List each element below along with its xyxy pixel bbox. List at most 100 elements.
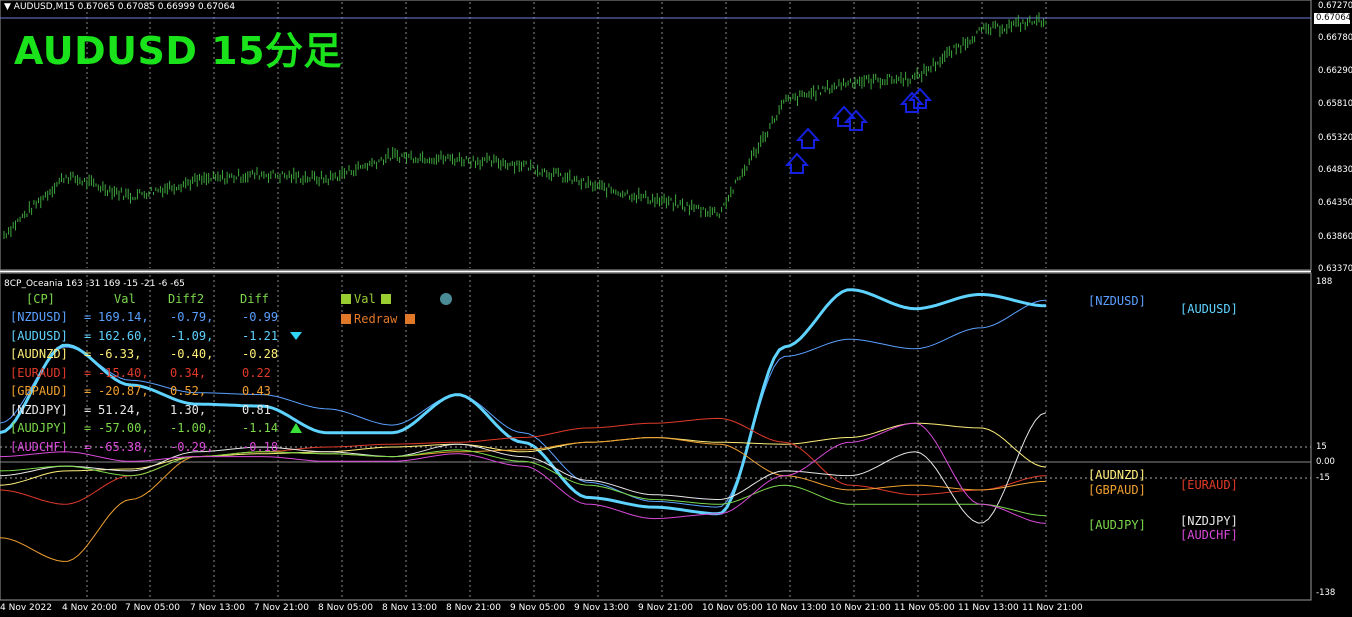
cell-diff2: 1.30, (170, 402, 207, 417)
redraw-swatch-left (341, 314, 351, 324)
price-tick-label: 0.65320 (1318, 133, 1352, 143)
cell-val: -20.87, (98, 384, 149, 398)
price-tick-label: 0.66780 (1318, 33, 1352, 43)
cell-diff2: 0.34, (170, 365, 207, 380)
series-label: [EURAUD] (1180, 478, 1238, 492)
cell-pair: [AUDCHF] (10, 439, 68, 454)
cell-pair: [GBPAUD] (10, 384, 68, 398)
cell-diff2: -1.09, (170, 328, 214, 343)
cell-val: 169.14, (98, 310, 149, 324)
cell-diff2: 0.52, (170, 384, 207, 398)
time-tick-label: 9 Nov 13:00 (574, 603, 629, 613)
cell-eq: = (84, 421, 92, 435)
cell-eq: = (84, 365, 92, 380)
series-label: [AUDUSD] (1180, 302, 1238, 316)
time-tick-label: 11 Nov 13:00 (958, 603, 1019, 613)
val-swatch-right (381, 294, 391, 304)
price-tick-label: 0.67270 (1318, 1, 1352, 11)
cell-eq: = (84, 439, 92, 454)
cell-eq: = (84, 310, 92, 324)
symbol-header: ▼ AUDUSD,M15 0.67065 0.67085 0.66999 0.6… (4, 2, 236, 12)
cell-eq: = (84, 384, 92, 398)
cell-diff: 0.81 (242, 402, 271, 417)
series-label: [AUDNZD] (1088, 468, 1146, 482)
time-tick-label: 9 Nov 05:00 (510, 603, 565, 613)
indicator-lines (0, 288, 1047, 562)
series-line-audusd (0, 288, 1047, 516)
time-tick-label: 7 Nov 05:00 (125, 603, 180, 613)
price-tick-label: 0.66290 (1318, 66, 1352, 76)
time-tick-label: 4 Nov 2022 (0, 603, 52, 613)
cell-eq: = (84, 328, 92, 343)
indicator-tick-label: -138 (1316, 588, 1336, 598)
price-tick-label: 0.64830 (1318, 165, 1352, 175)
cell-pair: [NZDUSD] (10, 310, 68, 324)
cell-eq: = (84, 347, 92, 361)
time-tick-label: 4 Nov 20:00 (62, 603, 117, 613)
val-button[interactable]: Val (354, 290, 376, 309)
series-line-nzdjpy (0, 412, 1047, 524)
buy-arrow-icon (795, 127, 821, 149)
col-cp: [CP] (26, 292, 55, 306)
series-line-gbpaud (0, 436, 1047, 562)
chart-title: AUDUSD 15分足 (14, 29, 343, 73)
price-tick-label: 0.64350 (1318, 198, 1352, 208)
cell-pair: [NZDJPY] (10, 402, 68, 417)
price-tick-label: 0.63370 (1318, 264, 1352, 274)
cell-val: -6.33, (98, 347, 142, 361)
indicator-tick-label: 188 (1316, 277, 1333, 287)
indicator-tick-label: -15 (1316, 473, 1330, 483)
indicator-header: 8CP_Oceania 163 -31 169 -15 -21 -6 -65 (4, 279, 185, 289)
cell-diff: -0.28 (242, 347, 279, 361)
series-label: [AUDCHF] (1180, 528, 1238, 542)
time-tick-label: 7 Nov 21:00 (254, 603, 309, 613)
time-tick-label: 8 Nov 05:00 (318, 603, 373, 613)
cell-val: 51.24, (98, 402, 142, 417)
cell-pair: [EURAUD] (10, 365, 68, 380)
time-tick-label: 9 Nov 21:00 (638, 603, 693, 613)
cell-val: -57.00, (98, 421, 149, 435)
series-label: [NZDUSD] (1088, 294, 1146, 308)
redraw-button[interactable]: Redraw (354, 310, 397, 329)
cell-diff2: -0.29, (170, 439, 214, 454)
time-tick-label: 10 Nov 05:00 (702, 603, 763, 613)
cell-diff: -0.99 (242, 310, 279, 324)
series-label: [GBPAUD] (1088, 483, 1146, 497)
cell-pair: [AUDNZD] (10, 347, 68, 361)
time-tick-label: 11 Nov 21:00 (1022, 603, 1083, 613)
buy-arrow-icon (907, 87, 933, 109)
indicator-tick-label: 0.00 (1316, 457, 1335, 467)
cell-diff: -1.21 (242, 328, 279, 343)
signal-arrows (784, 87, 933, 174)
cell-diff2: -0.40, (170, 347, 214, 361)
time-tick-label: 10 Nov 21:00 (830, 603, 891, 613)
buy-arrow-icon (899, 91, 925, 113)
cell-diff: 0.22 (242, 365, 271, 380)
redraw-swatch-right (405, 314, 415, 324)
col-val: Val (114, 292, 136, 306)
cell-pair: [AUDUSD] (10, 328, 68, 343)
price-tick-label: 0.63860 (1318, 232, 1352, 242)
indicator-tick-label: 15 (1316, 442, 1327, 452)
status-dot (440, 293, 452, 305)
cell-pair: [AUDJPY] (10, 421, 68, 435)
down-triangle-icon (290, 332, 302, 340)
time-tick-label: 10 Nov 13:00 (766, 603, 827, 613)
time-tick-label: 8 Nov 13:00 (382, 603, 437, 613)
current-price-tag: 0.67064 (1314, 13, 1352, 24)
cell-diff: -1.14 (242, 421, 279, 435)
series-label: [NZDJPY] (1180, 514, 1238, 528)
col-diff2: Diff2 (168, 292, 205, 306)
series-line-audchf (0, 422, 1047, 524)
cell-diff2: -0.79, (170, 310, 214, 324)
time-tick-label: 11 Nov 05:00 (894, 603, 955, 613)
cell-diff: 0.43 (242, 384, 271, 398)
time-tick-label: 7 Nov 13:00 (190, 603, 245, 613)
cell-diff: -0.18 (242, 439, 279, 454)
time-tick-label: 8 Nov 21:00 (446, 603, 501, 613)
cell-eq: = (84, 402, 92, 417)
price-tick-label: 0.65810 (1318, 99, 1352, 109)
series-label: [AUDJPY] (1088, 518, 1146, 532)
cell-val: -15.40, (98, 365, 149, 380)
col-diff: Diff (240, 292, 269, 306)
